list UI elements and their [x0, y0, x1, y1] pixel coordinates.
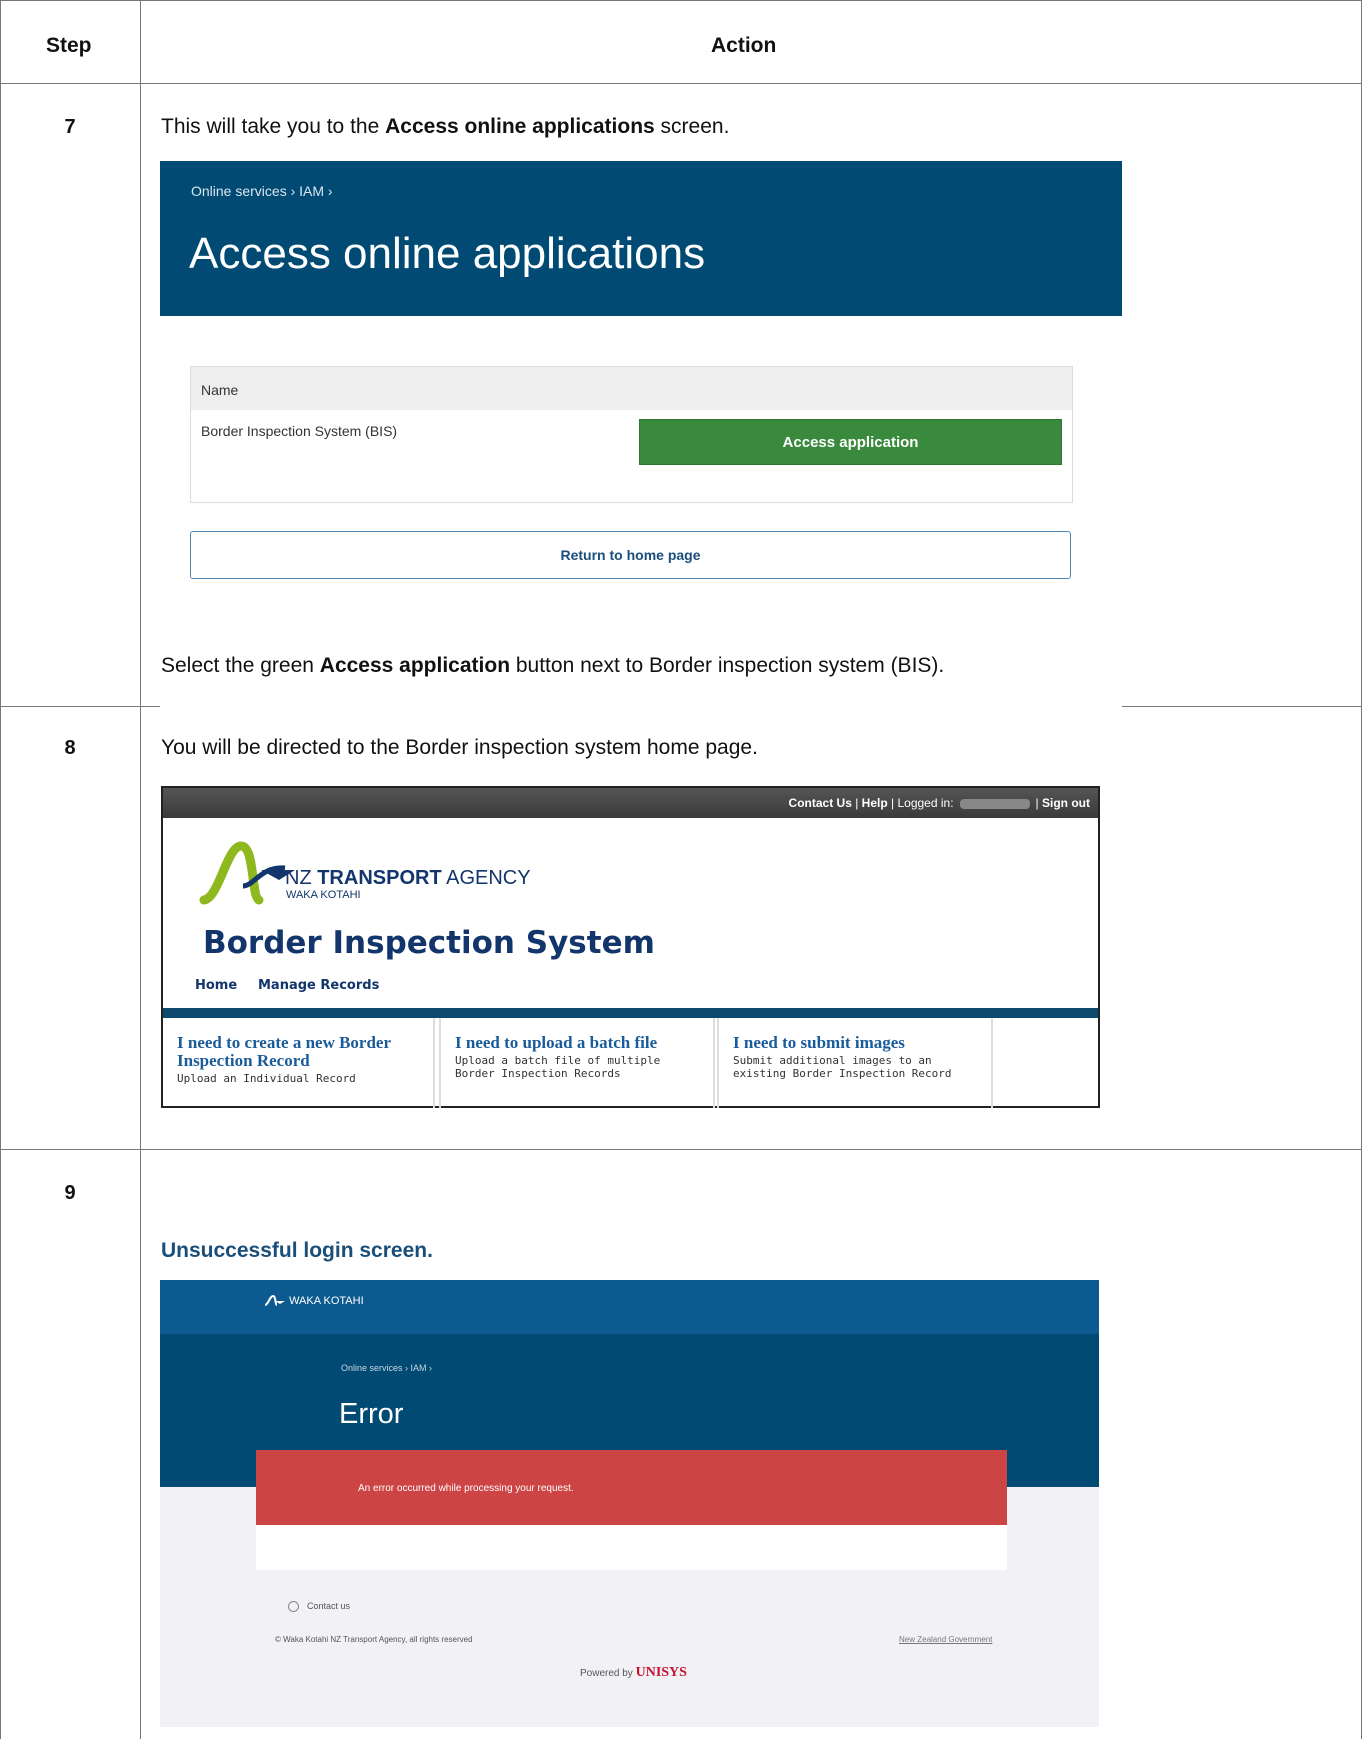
error-card: An error occurred while processing your … [256, 1450, 1007, 1570]
top-bar: WAKA KOTAHI [160, 1280, 1099, 1334]
step-number-9: 9 [64, 1182, 76, 1204]
access-online-applications-screenshot: Online services › IAM › Access online ap… [160, 161, 1122, 708]
page-title: Access online applications [189, 229, 706, 278]
table-header: Name [191, 367, 1072, 410]
contact-icon [288, 1601, 299, 1613]
applications-table: Name Border Inspection System (BIS) Acce… [190, 366, 1073, 503]
help-link[interactable]: Help [862, 796, 888, 810]
waka-kotahi-logo-icon [264, 1295, 285, 1307]
tile-description: Upload a batch file of multiple Border I… [455, 1054, 661, 1080]
tile-upload-batch[interactable]: I need to upload a batch file Upload a b… [439, 1018, 715, 1108]
error-screen-screenshot: WAKA KOTAHI Online services › IAM › Erro… [160, 1280, 1099, 1727]
header-action: Action [711, 34, 777, 57]
separator: | [851, 796, 862, 810]
copyright: © Waka Kotahi NZ Transport Agency, all r… [275, 1635, 473, 1644]
agency-name: NZ TRANSPORT AGENCY [285, 867, 531, 889]
page-banner: Online services › IAM › Access online ap… [160, 161, 1122, 316]
separator: | [887, 796, 898, 810]
step7-intro: This will take you to the Access online … [161, 115, 730, 138]
nav-home[interactable]: Home [195, 978, 237, 993]
nz-government-link[interactable]: New Zealand Government [899, 1635, 992, 1644]
contact-us-link[interactable]: Contact Us [789, 796, 852, 810]
tile-heading: I need to upload a batch file [455, 1033, 658, 1052]
access-application-button[interactable]: Access application [639, 419, 1062, 465]
step-number-7: 7 [64, 116, 76, 138]
waka-kotahi-logo[interactable]: WAKA KOTAHI [264, 1295, 364, 1307]
step-number-8: 8 [64, 737, 76, 759]
column-name: Name [201, 382, 239, 398]
top-bar: Contact Us | Help | Logged in: | Sign out [163, 788, 1098, 818]
powered-by: Powered by UNISYS [580, 1665, 687, 1680]
tile-heading: I need to submit images [733, 1033, 905, 1052]
error-message: An error occurred while processing your … [358, 1483, 574, 1494]
tile-description: Submit additional images to an existing … [733, 1054, 952, 1080]
nzta-logo-icon [199, 841, 295, 905]
app-name: Border Inspection System (BIS) [201, 423, 398, 439]
step9-caption: Unsuccessful login screen. [161, 1239, 433, 1262]
page-title: Error [339, 1398, 404, 1430]
step7-outro: Select the green Access application butt… [161, 654, 945, 677]
tile-description: Upload an Individual Record [177, 1072, 356, 1085]
nav-divider [163, 1008, 1098, 1018]
header-step: Step [46, 34, 92, 57]
bis-home-screenshot: Contact Us | Help | Logged in: | Sign out… [161, 786, 1100, 1108]
contact-us-link[interactable]: Contact us [288, 1601, 350, 1613]
step8-intro: You will be directed to the Border inspe… [161, 736, 758, 759]
blurred-username [959, 798, 1030, 809]
return-home-button[interactable]: Return to home page [190, 531, 1071, 579]
tile-create-record[interactable]: I need to create a new Border Inspection… [163, 1018, 435, 1108]
tile-submit-images[interactable]: I need to submit images Submit additiona… [717, 1018, 993, 1108]
sign-out-link[interactable]: Sign out [1042, 796, 1090, 810]
unisys-logo: UNISYS [635, 1665, 687, 1680]
logged-in-label: Logged in: [897, 796, 954, 810]
breadcrumb[interactable]: Online services › IAM › [341, 1363, 432, 1373]
nav-manage-records[interactable]: Manage Records [258, 978, 379, 993]
error-banner: An error occurred while processing your … [256, 1450, 1007, 1525]
system-title: Border Inspection System [203, 925, 655, 961]
agency-subtitle: WAKA KOTAHI [286, 889, 361, 901]
tile-heading: I need to create a new Border Inspection… [177, 1033, 391, 1070]
instructions-table: Step Action 7 This will take you to the … [0, 0, 1362, 1739]
breadcrumb[interactable]: Online services › IAM › [191, 183, 333, 199]
